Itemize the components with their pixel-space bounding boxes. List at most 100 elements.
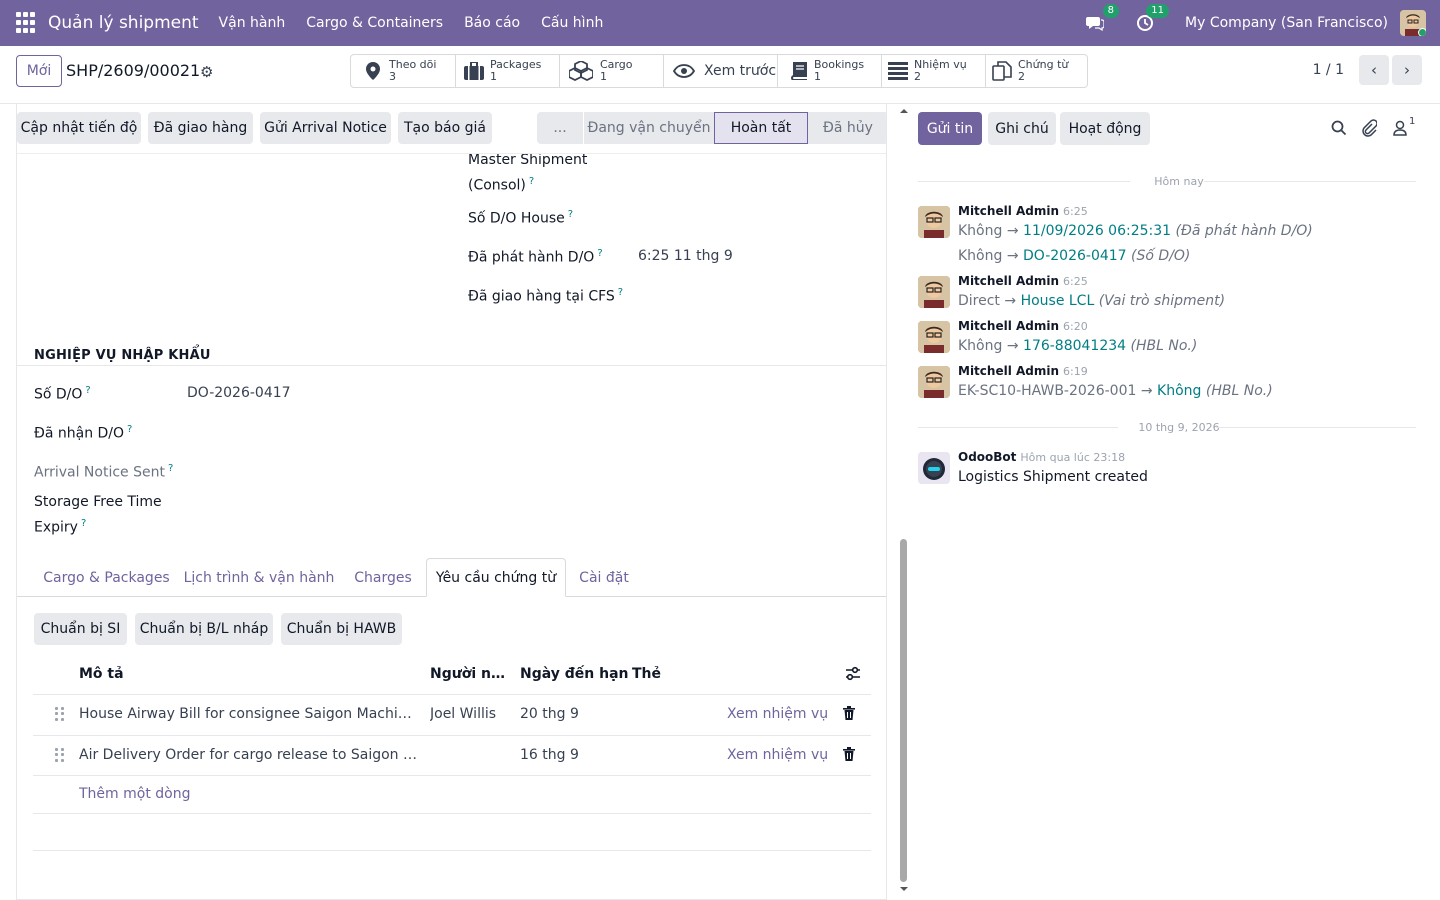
followers-button[interactable]: 1 bbox=[1393, 116, 1415, 136]
table-row[interactable]: House Airway Bill for consignee Saigon M… bbox=[33, 694, 871, 735]
new-record-button[interactable]: Mới bbox=[16, 55, 62, 87]
stage-done[interactable]: Hoàn tất bbox=[714, 112, 808, 144]
form-scrollbar[interactable] bbox=[899, 104, 909, 900]
do-issued-value[interactable]: 6:25 11 thg 9 bbox=[638, 248, 733, 264]
search-icon[interactable] bbox=[1331, 120, 1347, 140]
help-tooltip-icon[interactable]: ? bbox=[85, 385, 90, 396]
delivered-button[interactable]: Đã giao hàng bbox=[148, 112, 253, 144]
column-tags[interactable]: Thẻ bbox=[632, 654, 661, 694]
stage-more[interactable]: ... bbox=[537, 112, 583, 144]
column-due-date[interactable]: Ngày đến hạn bbox=[520, 654, 629, 694]
message-author[interactable]: Mitchell Admin 6:20 bbox=[958, 319, 1088, 333]
prepare-draft-bl-button[interactable]: Chuẩn bị B/L nháp bbox=[135, 613, 273, 645]
trash-icon[interactable] bbox=[843, 706, 855, 720]
app-brand[interactable]: Quản lý shipment bbox=[48, 13, 199, 33]
smart-button-cargo[interactable]: Cargo 1 bbox=[560, 55, 664, 87]
help-tooltip-icon[interactable]: ? bbox=[618, 287, 623, 298]
form-sheet: Cập nhật tiến độ Đã giao hàng Gửi Arriva… bbox=[16, 104, 887, 900]
activity-button[interactable]: Hoạt động bbox=[1060, 112, 1150, 145]
message-author[interactable]: Mitchell Admin 6:19 bbox=[958, 364, 1088, 378]
add-line-row: Thêm một dòng bbox=[33, 775, 871, 813]
help-tooltip-icon[interactable]: ? bbox=[127, 424, 132, 435]
smart-buttons: Theo dõi 3 Packages 1 Cargo 1 Xem trước Boo… bbox=[350, 54, 1088, 88]
user-avatar[interactable] bbox=[1400, 10, 1426, 36]
help-tooltip-icon[interactable]: ? bbox=[597, 248, 602, 259]
scrollbar-thumb[interactable] bbox=[900, 539, 907, 882]
tab-settings[interactable]: Cài đặt bbox=[568, 558, 640, 597]
author-avatar[interactable] bbox=[918, 321, 950, 353]
view-task-link[interactable]: Xem nhiệm vụ bbox=[727, 695, 828, 735]
author-avatar[interactable] bbox=[918, 276, 950, 308]
odoobot-avatar[interactable] bbox=[918, 452, 950, 484]
create-quotation-button[interactable]: Tạo báo giá bbox=[398, 112, 492, 144]
optional-columns-icon[interactable] bbox=[845, 666, 861, 682]
section-divider bbox=[17, 365, 886, 366]
row-due-date[interactable]: 16 thg 9 bbox=[520, 736, 620, 776]
update-progress-button[interactable]: Cập nhật tiến độ bbox=[17, 112, 141, 144]
trash-icon[interactable] bbox=[843, 747, 855, 761]
company-switcher[interactable]: My Company (San Francisco) bbox=[1185, 15, 1388, 31]
smart-button-tracking[interactable]: Theo dõi 3 bbox=[351, 55, 456, 87]
smart-button-preview[interactable]: Xem trước bbox=[664, 55, 778, 87]
table-row[interactable]: Air Delivery Order for cargo release to … bbox=[33, 735, 871, 775]
help-tooltip-icon[interactable]: ? bbox=[568, 209, 573, 220]
activity-clock-icon[interactable]: 11 bbox=[1133, 4, 1170, 35]
row-assignee[interactable] bbox=[430, 736, 514, 776]
smart-button-packages[interactable]: Packages 1 bbox=[456, 55, 560, 87]
message-author[interactable]: Mitchell Admin 6:25 bbox=[958, 204, 1088, 218]
column-assignee[interactable]: Người nhậ... bbox=[430, 654, 514, 694]
apps-menu-icon[interactable] bbox=[16, 12, 38, 34]
help-tooltip-icon[interactable]: ? bbox=[529, 176, 534, 187]
arrow-right-icon: → bbox=[1140, 383, 1153, 399]
tracking-change: Không → DO-2026-0417 (Số D/O) bbox=[958, 248, 1191, 264]
paperclip-icon[interactable] bbox=[1361, 119, 1378, 141]
pager-value[interactable]: 1 / 1 bbox=[1313, 62, 1344, 78]
row-assignee[interactable]: Joel Willis bbox=[430, 695, 514, 735]
tab-cargo-packages[interactable]: Cargo & Packages bbox=[34, 558, 179, 597]
tab-charges[interactable]: Charges bbox=[339, 558, 427, 597]
smart-label: Chứng từ bbox=[1018, 58, 1069, 71]
menu-operations[interactable]: Vận hành bbox=[219, 15, 286, 31]
activity-badge: 11 bbox=[1146, 4, 1170, 18]
smart-button-documents[interactable]: Chứng từ 2 bbox=[986, 55, 1087, 87]
drag-handle-icon[interactable] bbox=[55, 748, 65, 762]
author-avatar[interactable] bbox=[918, 366, 950, 398]
message-author[interactable]: Mitchell Admin 6:25 bbox=[958, 274, 1088, 288]
stage-cancelled[interactable]: Đã hủy bbox=[808, 112, 886, 144]
author-avatar[interactable] bbox=[918, 206, 950, 238]
arrow-right-icon: → bbox=[1006, 338, 1019, 354]
pager-previous-button[interactable]: ‹ bbox=[1359, 55, 1389, 85]
menu-reports[interactable]: Báo cáo bbox=[464, 15, 520, 31]
drag-handle-icon[interactable] bbox=[55, 707, 65, 721]
messaging-icon[interactable]: 8 bbox=[1083, 4, 1120, 35]
row-due-date[interactable]: 20 thg 9 bbox=[520, 695, 620, 735]
master-shipment-label: Master Shipment (Consol)? bbox=[468, 152, 588, 194]
suitcase-icon bbox=[464, 61, 484, 81]
help-tooltip-icon[interactable]: ? bbox=[168, 463, 173, 474]
stage-in-transit[interactable]: Đang vận chuyển bbox=[584, 112, 714, 144]
send-arrival-notice-button[interactable]: Gửi Arrival Notice bbox=[260, 112, 391, 144]
do-received-label: Đã nhận D/O? bbox=[34, 424, 133, 442]
scroll-up-arrow-icon bbox=[900, 109, 908, 113]
column-description[interactable]: Mô tả bbox=[79, 654, 124, 694]
smart-button-tasks[interactable]: Nhiệm vụ 2 bbox=[882, 55, 986, 87]
gear-icon[interactable]: ⚙ bbox=[200, 63, 213, 81]
prepare-hawb-button[interactable]: Chuẩn bị HAWB bbox=[281, 613, 402, 645]
menu-cargo-containers[interactable]: Cargo & Containers bbox=[306, 15, 443, 31]
tab-schedule-operations[interactable]: Lịch trình & vận hành bbox=[179, 558, 339, 597]
row-description[interactable]: House Airway Bill for consignee Saigon M… bbox=[79, 695, 417, 735]
do-number-value[interactable]: DO-2026-0417 bbox=[187, 385, 291, 401]
send-message-button[interactable]: Gửi tin bbox=[918, 112, 982, 145]
pager-next-button[interactable]: › bbox=[1392, 55, 1422, 85]
prepare-si-button[interactable]: Chuẩn bị SI bbox=[34, 613, 127, 645]
row-description[interactable]: Air Delivery Order for cargo release to … bbox=[79, 736, 417, 776]
view-task-link[interactable]: Xem nhiệm vụ bbox=[727, 736, 828, 776]
log-note-button[interactable]: Ghi chú bbox=[988, 112, 1056, 145]
message-author[interactable]: OdooBot Hôm qua lúc 23:18 bbox=[958, 450, 1125, 464]
tab-document-requests[interactable]: Yêu cầu chứng từ bbox=[426, 558, 566, 597]
smart-label: Bookings bbox=[814, 58, 865, 71]
add-line-link[interactable]: Thêm một dòng bbox=[79, 776, 190, 816]
menu-configuration[interactable]: Cấu hình bbox=[541, 15, 603, 31]
smart-button-bookings[interactable]: Bookings 1 bbox=[778, 55, 882, 87]
help-tooltip-icon[interactable]: ? bbox=[81, 518, 86, 529]
